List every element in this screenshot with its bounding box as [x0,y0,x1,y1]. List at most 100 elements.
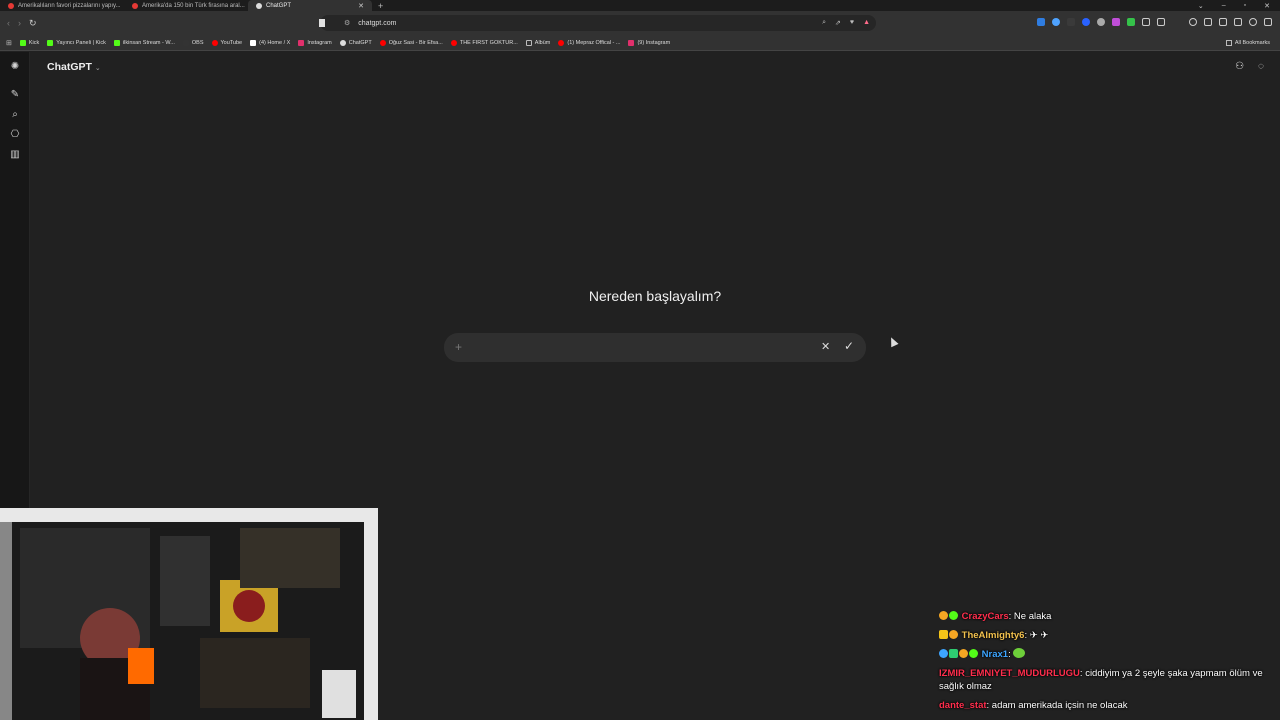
badge-icon [949,630,958,639]
browser-tab-strip: Amerikalıların favori pizzalarını yapıy.… [0,0,1280,11]
wallet-icon[interactable] [1249,18,1257,26]
search-icon[interactable]: ⌕ [9,109,21,121]
chat-username: dante_stat [939,700,987,711]
webcam-overlay [0,508,378,720]
bookmark-item[interactable]: ChatGPT [339,39,372,46]
prompt-input[interactable] [474,340,814,355]
bookmark-item[interactable]: YouTube [211,39,242,46]
address-bar[interactable]: ⚙ chatgpt.com ⌕ ⇗ ♥ ▲ [319,15,876,31]
airplane-emote: ✈ ✈ [1029,630,1049,641]
chat-message: dante_stat: adam amerikada içsin ne olac… [939,699,1280,712]
minimize-icon[interactable]: – [1222,2,1226,10]
bookmark-favicon [298,39,305,46]
folder-icon [525,39,532,46]
chat-username: TheAlmighty6 [961,630,1025,641]
share-icon[interactable]: ⇗ [835,19,841,27]
page-title: Nereden başlayalım? [588,288,722,304]
bookmark-item[interactable]: OBS [182,39,204,46]
grid-icon[interactable] [1157,18,1165,26]
tab-label: Amerika'da 150 bin Türk firasına aral... [142,2,245,9]
sidebar-icon[interactable] [1204,18,1212,26]
browser-tab[interactable]: Amerikalıların favori pizzalarını yapıy.… [0,0,124,11]
close-icon[interactable]: ✕ [821,340,830,353]
bookmark-label: OBS [191,39,204,46]
bookmark-favicon [628,39,635,46]
openai-logo-icon[interactable]: ✺ [9,61,21,73]
bookmark-item[interactable]: Kick [19,39,39,46]
chat-text: : Ne alaka [1008,611,1052,622]
maximize-icon[interactable]: ▫ [1244,2,1246,10]
reload-icon[interactable]: ↻ [29,18,37,29]
webcam-feed [0,508,378,720]
all-bookmarks-button[interactable]: All Bookmarks [1225,39,1280,46]
music-icon[interactable] [1189,18,1197,26]
bookmark-item[interactable]: THE FIRST GOKTUR... [450,39,518,46]
tab-search-icon[interactable] [1219,18,1227,26]
extension-icon[interactable] [1112,18,1120,26]
extension-icon[interactable] [1037,18,1045,26]
new-tab-button[interactable]: + [372,1,389,11]
extension-icon[interactable] [1067,18,1075,26]
all-bookmarks-label: All Bookmarks [1234,39,1270,46]
chevron-down-icon[interactable]: ⌄ [1198,2,1204,10]
model-selector[interactable]: ChatGPT ⌄ [47,61,101,73]
browser-tab[interactable]: Amerika'da 150 bin Türk firasına aral... [124,0,248,11]
bookmark-item[interactable]: (1) Mepraz Offical - ... [558,39,620,46]
user-icon[interactable]: ⚇ [1235,61,1244,72]
plus-icon[interactable]: + [455,340,462,354]
badge-icon [949,611,958,620]
extension-icon[interactable] [1052,18,1060,26]
bookmark-item[interactable]: (9) Instagram [628,39,670,46]
close-window-icon[interactable]: ✕ [1264,2,1270,10]
bookmark-label: (4) Home / X [259,39,291,46]
prompt-composer: + ✕ ✓ [444,333,866,362]
forward-icon[interactable]: › [18,18,21,29]
shield-icon[interactable]: ♥ [850,19,854,27]
back-icon[interactable]: ‹ [7,18,10,29]
url-text[interactable]: chatgpt.com [358,20,396,27]
bookmark-favicon [19,39,26,46]
mouse-cursor [887,335,899,348]
alert-icon[interactable]: ▲ [863,19,870,27]
puzzle-icon[interactable] [1142,18,1150,26]
bookmark-item[interactable]: Yayıncı Paneli | Kick [47,39,106,46]
leo-icon[interactable] [1234,18,1242,26]
extension-icon[interactable] [1127,18,1135,26]
site-info-icon[interactable]: ⚙ [344,19,350,27]
emote-icon [1013,648,1026,658]
library-icon[interactable]: ⎔ [9,129,21,141]
bookmark-item[interactable]: ilkinsan Stream - W... [113,39,175,46]
new-chat-icon[interactable]: ✎ [9,89,21,101]
books-icon[interactable]: ▥ [9,149,21,161]
bookmark-item[interactable]: (4) Home / X [250,39,291,46]
badge-icon [959,649,968,658]
bookmark-favicon [211,39,218,46]
zoom-icon[interactable]: ⌕ [822,19,826,27]
temporary-chat-icon[interactable]: ◌ [1258,61,1264,72]
bookmark-favicon [450,39,457,46]
bookmark-label: ChatGPT [348,39,372,46]
youtube-icon [8,2,14,9]
bookmark-label: THE FIRST GOKTUR... [459,39,518,46]
bookmark-folder[interactable]: Albüm [525,39,550,46]
apps-icon[interactable]: ⊞ [6,39,12,47]
browser-tab-active[interactable]: ChatGPT ✕ [248,0,372,11]
menu-icon[interactable] [1264,18,1272,26]
browser-toolbar: ‹ › ↻ ⚙ chatgpt.com ⌕ ⇗ ♥ ▲ [0,11,1280,35]
checkmark-icon[interactable]: ✓ [844,339,854,353]
extensions-bar [1037,18,1272,26]
address-bar-actions: ⌕ ⇗ ♥ ▲ [822,19,870,27]
bookmark-icon[interactable] [319,19,325,27]
bookmark-item[interactable]: Oğuz Sasi - Bir Efsa... [379,39,443,46]
window-controls: ⌄ – ▫ ✕ [1198,2,1280,10]
close-tab-icon[interactable]: ✕ [358,2,364,10]
folder-icon [1225,39,1232,46]
extension-icon[interactable] [1097,18,1105,26]
tab-label: ChatGPT [266,2,292,9]
bookmark-item[interactable]: Instagram [298,39,332,46]
chevron-down-icon: ⌄ [94,65,101,72]
bookmark-label: Oğuz Sasi - Bir Efsa... [388,39,443,46]
extension-icon[interactable] [1082,18,1090,26]
stream-chat-overlay: CrazyCars: Ne alaka TheAlmighty6: ✈ ✈ Nr… [939,610,1280,718]
